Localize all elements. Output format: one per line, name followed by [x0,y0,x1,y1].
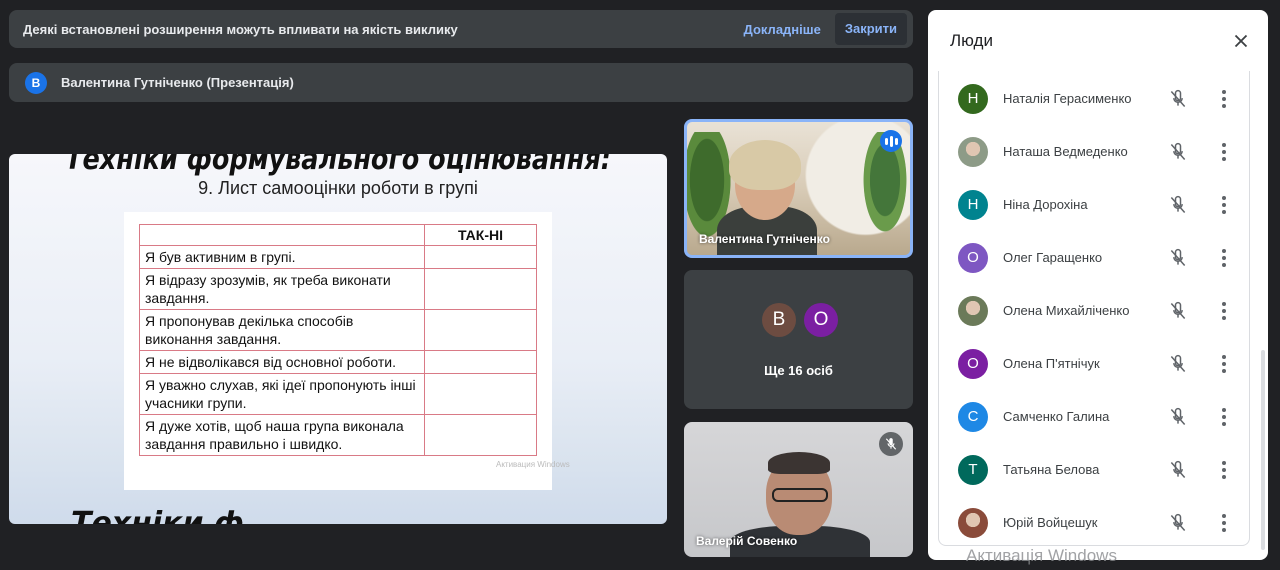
table-cell: Я не відволікався від основної роботи. [139,350,425,374]
more-avatar-2: О [804,303,838,337]
participant-row[interactable]: О Олена П'ятнічук [939,337,1249,390]
more-options-icon[interactable] [1220,407,1228,427]
mic-off-icon[interactable] [1168,460,1188,480]
mic-off-icon[interactable] [1168,142,1188,162]
table-row: Я дуже хотів, щоб наша група виконала за… [139,414,537,456]
participant-avatar: С [958,401,988,432]
slide-bottom-text: Техніки ф [71,506,244,524]
participant-avatar: Т [958,454,988,485]
participant-name: Татьяна Белова [1003,462,1100,477]
speaker-hair [729,140,801,190]
table-cell-answer [424,373,537,415]
people-panel: Люди Н Наталія Герасименко Наташа Ведмеден… [928,10,1268,560]
participant-tile-second[interactable]: Валерій Совенко [684,422,913,557]
os-watermark: Активація Windows [966,546,1117,565]
table-cell: Я уважно слухав, які ідеї пропонують інш… [139,373,425,415]
presentation-bar: В Валентина Гутніченко (Презентація) [9,63,913,102]
more-options-icon[interactable] [1220,142,1228,162]
participant-name: Юрій Войцешук [1003,515,1098,530]
table-cell: Я був активним в групі. [139,245,425,269]
table-cell-answer [424,268,537,310]
self-assessment-table: ТАК-НІ Я був активним в групі. Я відразу… [139,224,537,456]
close-banner-button[interactable]: Закрити [834,13,907,45]
participant-photo-avatar [958,295,988,326]
table-row: Я був активним в групі. [139,245,537,269]
participant-row[interactable]: Н Ніна Дорохіна [939,178,1249,231]
more-options-icon[interactable] [1220,89,1228,109]
presentation-slide: Техніки формувального оцінювання: 9. Лис… [9,154,667,524]
participant-name: Наташа Ведмеденко [1003,144,1128,159]
more-participants-tile[interactable]: В О Ще 16 осіб [684,270,913,409]
participant-avatar: О [958,348,988,379]
participant-row[interactable]: Т Татьяна Белова [939,443,1249,496]
participant-avatar: О [958,242,988,273]
participant-row[interactable]: С Самченко Галина [939,390,1249,443]
participant-name: Олена Михайліченко [1003,303,1130,318]
muted-mic-icon [879,432,903,456]
participant-name: Ніна Дорохіна [1003,197,1088,212]
participant-photo-avatar [958,507,988,538]
more-options-icon[interactable] [1220,354,1228,374]
mic-off-icon[interactable] [1168,407,1188,427]
close-icon[interactable] [1230,30,1252,52]
mic-off-icon[interactable] [1168,301,1188,321]
table-cell-answer [424,350,537,374]
table-cell-answer [424,245,537,269]
table-cell-answer [424,309,537,351]
extensions-warning-banner: Деякі встановлені розширення можуть впли… [9,10,913,48]
participant-name: Олена П'ятнічук [1003,356,1100,371]
more-options-icon[interactable] [1220,195,1228,215]
participant-photo-avatar [958,136,988,167]
table-cell: Я пропонував декілька способів виконання… [139,309,425,351]
scrollbar[interactable] [1261,350,1265,550]
slide-watermark: Активация Windows [496,460,570,469]
more-options-icon[interactable] [1220,513,1228,533]
participant-hair [768,452,830,474]
speaking-indicator-icon [880,130,902,152]
table-header-yes-no: ТАК-НІ [424,224,537,246]
table-cell-answer [424,414,537,456]
participant-name: Самченко Галина [1003,409,1110,424]
more-participants-label: Ще 16 осіб [764,363,833,378]
table-header-row: ТАК-НІ [139,224,537,246]
participant-tile-main-speaker[interactable]: Валентина Гутніченко [684,119,913,258]
presenter-label: Валентина Гутніченко (Презентація) [61,75,294,90]
participant-name: Наталія Герасименко [1003,91,1132,106]
table-cell: Я дуже хотів, щоб наша група виконала за… [139,414,425,456]
mic-off-icon[interactable] [1168,195,1188,215]
participant-avatar: Н [958,83,988,114]
mic-off-icon[interactable] [1168,354,1188,374]
table-cell: Я відразу зрозумів, як треба виконати за… [139,268,425,310]
self-assessment-sheet: ТАК-НІ Я був активним в групі. Я відразу… [124,212,552,490]
banner-message: Деякі встановлені розширення можуть впли… [23,21,458,37]
mic-off-icon[interactable] [1168,89,1188,109]
details-link[interactable]: Докладніше [734,22,831,37]
mic-off-icon[interactable] [1168,513,1188,533]
participant-glasses [772,488,828,502]
panel-title: Люди [950,31,993,50]
participant-name: Олег Гаращенко [1003,250,1103,265]
tile-participant-name: Валерій Совенко [696,534,798,548]
table-header-empty [139,224,425,246]
more-options-icon[interactable] [1220,460,1228,480]
participant-row[interactable]: Наташа Ведмеденко [939,125,1249,178]
table-row: Я уважно слухав, які ідеї пропонують інш… [139,373,537,415]
presenter-avatar: В [25,71,47,94]
table-row: Я не відволікався від основної роботи. [139,350,537,374]
more-options-icon[interactable] [1220,248,1228,268]
table-row: Я відразу зрозумів, як треба виконати за… [139,268,537,310]
more-options-icon[interactable] [1220,301,1228,321]
participant-list: Н Наталія Герасименко Наташа Ведмеденко Н Ні… [938,71,1250,546]
more-avatar-1: В [762,303,796,337]
participant-avatar: Н [958,189,988,220]
mic-off-icon[interactable] [1168,248,1188,268]
participant-row[interactable]: Н Наталія Герасименко [939,72,1249,125]
participant-row[interactable]: Юрій Войцешук [939,496,1249,545]
table-row: Я пропонував декілька способів виконання… [139,309,537,351]
participant-row[interactable]: О Олег Гаращенко [939,231,1249,284]
tile-participant-name: Валентина Гутніченко [699,232,830,246]
participant-row[interactable]: Олена Михайліченко [939,284,1249,337]
slide-subtitle: 9. Лист самооцінки роботи в групі [198,178,478,198]
slide-title: Техніки формувального оцінювання: [65,154,611,177]
